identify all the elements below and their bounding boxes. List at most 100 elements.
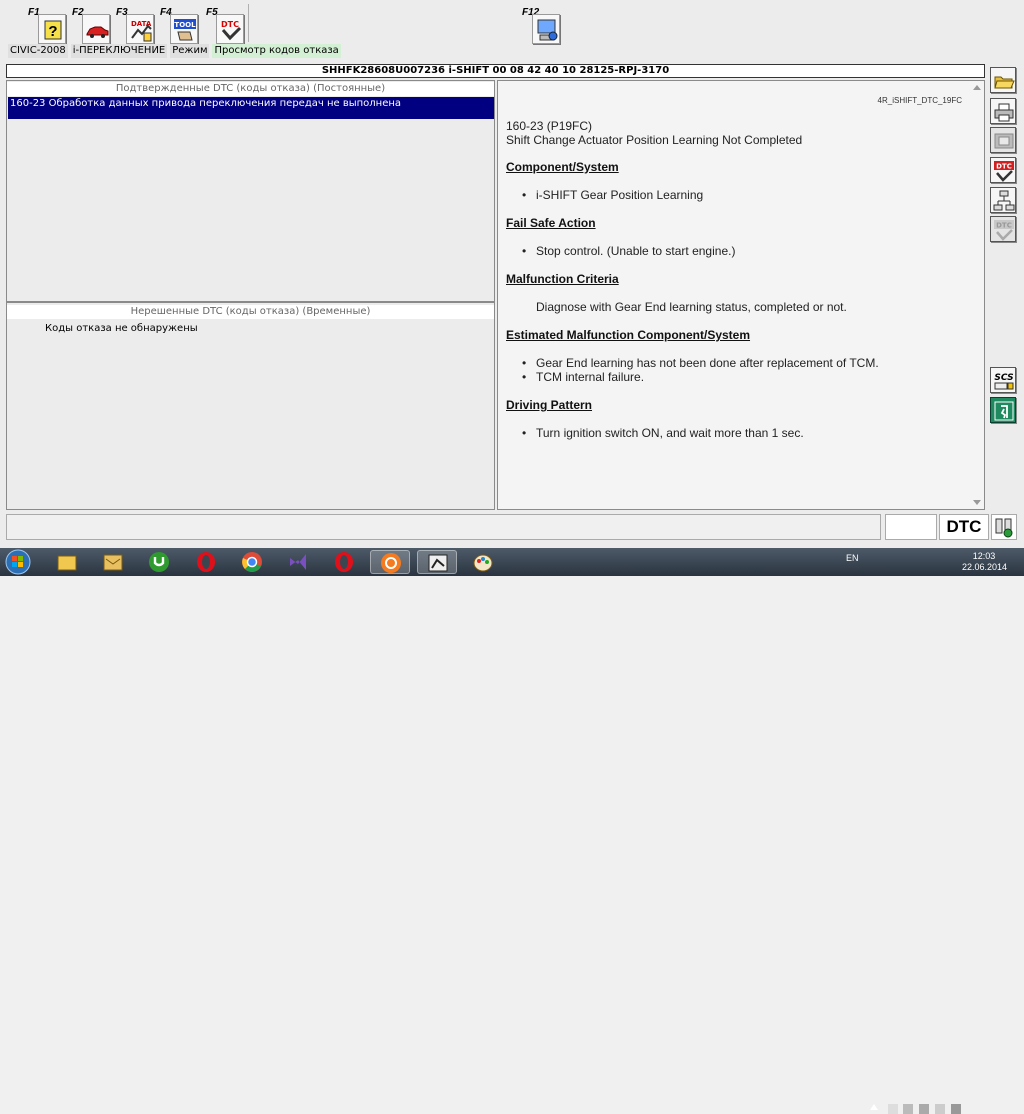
- tray-expand-icon[interactable]: [870, 1104, 878, 1110]
- scs-icon: SCS: [994, 373, 1014, 390]
- screen-capture-icon: [537, 19, 558, 41]
- connector-icon: [995, 518, 1013, 538]
- start-button[interactable]: [4, 549, 34, 575]
- dtc-icon: DTC: [221, 20, 242, 41]
- mail-icon: [103, 554, 123, 571]
- paint-icon: [473, 554, 493, 572]
- opera-icon: [197, 552, 215, 572]
- dtc-clear-button[interactable]: DTC: [990, 157, 1016, 183]
- f12-capture-button[interactable]: F12: [522, 6, 562, 44]
- svg-text:SCS: SCS: [994, 373, 1013, 383]
- exit-icon: [994, 401, 1014, 421]
- driving-item: Turn ignition switch ON, and wait more t…: [522, 426, 804, 440]
- network-icon[interactable]: [919, 1104, 929, 1114]
- component-heading: Component/System: [506, 160, 619, 174]
- driving-heading: Driving Pattern: [506, 398, 593, 412]
- taskbar-mail[interactable]: [93, 550, 133, 574]
- print-icon: [994, 103, 1014, 122]
- status-message-area: [6, 514, 881, 540]
- failsafe-item: Stop control. (Unable to start engine.): [522, 244, 735, 258]
- scs-button[interactable]: SCS: [990, 367, 1016, 393]
- utorrent-icon: [149, 552, 169, 572]
- component-item: i-SHIFT Gear Position Learning: [522, 188, 703, 202]
- volume-icon[interactable]: [935, 1104, 945, 1114]
- estimated-item: TCM internal failure.: [522, 370, 644, 384]
- print-button[interactable]: [990, 98, 1016, 124]
- no-codes-message: Коды отказа не обнаружены: [45, 323, 198, 334]
- taskbar-visual-studio[interactable]: [278, 550, 318, 574]
- breadcrumb-mode: Режим: [170, 44, 210, 58]
- estimated-item: Gear End learning has not been done afte…: [522, 356, 879, 370]
- breadcrumb: CIVIC-2008 i-ПЕРЕКЛЮЧЕНИЕ Режим Просмотр…: [8, 44, 341, 58]
- tree-icon: [993, 190, 1015, 211]
- system-clock[interactable]: 12:03 22.06.2014: [962, 551, 1008, 573]
- dtc-code: 160-23 (P19FC): [506, 119, 593, 133]
- chrome-icon: [242, 552, 262, 572]
- scroll-up-arrow[interactable]: [973, 85, 981, 90]
- taskbar-avast[interactable]: [370, 550, 410, 574]
- svg-text:DTC: DTC: [221, 20, 239, 29]
- svg-text:?: ?: [48, 23, 57, 40]
- windows-taskbar: [0, 548, 1024, 1114]
- tray-app-icon[interactable]: [951, 1104, 961, 1114]
- mode-indicator: DTC: [939, 514, 989, 540]
- clock-time: 12:03: [972, 551, 996, 561]
- battery-icon[interactable]: [903, 1104, 913, 1114]
- vehicle-info-header: SHHFK28608U007236 i-SHIFT 00 08 42 40 10…: [6, 64, 985, 78]
- hds-application: F1 ? F2 F3 DATA F4 TOOL F5 DTC F12 CIVIC…: [0, 0, 1024, 548]
- svg-text:DTC: DTC: [996, 163, 1012, 171]
- confirmed-dtc-panel: Подтвержденные DTC (коды отказа) (Постоя…: [6, 80, 495, 302]
- breadcrumb-system: i-ПЕРЕКЛЮЧЕНИЕ: [70, 44, 168, 58]
- f4-tool-button[interactable]: F4 TOOL: [160, 6, 200, 44]
- toolbar-separator: [248, 4, 249, 42]
- svg-text:TOOL: TOOL: [174, 21, 196, 29]
- dtc-detail-pane: 4R_iSHIFT_DTC_19FC 160-23 (P19FC) Shift …: [497, 80, 985, 510]
- criteria-heading: Malfunction Criteria: [506, 272, 619, 286]
- car-icon: [86, 26, 109, 38]
- pending-dtc-title: Нерешенные DTC (коды отказа) (Временные): [7, 305, 494, 319]
- taskbar-utorrent[interactable]: [139, 550, 179, 574]
- f2-vehicle-button[interactable]: F2: [72, 6, 112, 44]
- taskbar-opera-2[interactable]: [324, 550, 364, 574]
- data-icon: DATA: [131, 20, 152, 42]
- system-tree-button[interactable]: [990, 187, 1016, 213]
- dtc-disabled-button[interactable]: DTC: [990, 216, 1016, 242]
- explorer-icon: [57, 555, 77, 571]
- clock-date: 22.06.2014: [962, 562, 1008, 572]
- document-id: 4R_iSHIFT_DTC_19FC: [877, 96, 962, 105]
- taskbar-opera[interactable]: [186, 550, 226, 574]
- taskbar-paint[interactable]: [463, 550, 503, 574]
- f3-data-button[interactable]: F3 DATA: [116, 6, 156, 44]
- dtc-clear-icon: DTC: [994, 161, 1014, 182]
- f5-dtc-button[interactable]: F5 DTC: [206, 6, 246, 44]
- estimated-heading: Estimated Malfunction Component/System: [506, 328, 751, 342]
- pending-dtc-panel: Нерешенные DTC (коды отказа) (Временные)…: [6, 302, 495, 510]
- flag-icon[interactable]: [888, 1104, 898, 1114]
- tool-icon: TOOL: [174, 19, 196, 41]
- connection-status: [991, 514, 1017, 540]
- visual-studio-icon: [290, 554, 306, 570]
- exit-button[interactable]: [990, 397, 1016, 423]
- taskbar-chrome[interactable]: [232, 550, 272, 574]
- dtc-list-item[interactable]: 160-23 Обработка данных привода переключ…: [8, 97, 494, 119]
- scroll-down-arrow[interactable]: [973, 500, 981, 505]
- confirmed-dtc-title: Подтвержденные DTC (коды отказа) (Постоя…: [7, 82, 494, 96]
- avast-icon: [381, 553, 401, 573]
- dtc-disabled-icon: DTC: [994, 220, 1014, 241]
- f1-help-button[interactable]: F1 ?: [28, 6, 68, 44]
- breadcrumb-model: CIVIC-2008: [8, 44, 68, 58]
- detail-scrollbar[interactable]: [970, 81, 984, 509]
- taskbar-hds[interactable]: [417, 550, 457, 574]
- failsafe-heading: Fail Safe Action: [506, 216, 596, 230]
- taskbar-explorer[interactable]: [47, 550, 87, 574]
- dtc-title: Shift Change Actuator Position Learning …: [506, 133, 803, 147]
- snapshot-button[interactable]: [990, 127, 1016, 153]
- open-folder-icon: [994, 76, 1015, 89]
- open-button[interactable]: [990, 67, 1016, 93]
- opera-icon: [335, 552, 353, 572]
- status-field: [885, 514, 937, 540]
- help-icon: ?: [44, 20, 62, 40]
- hds-icon: [428, 554, 448, 572]
- criteria-text: Diagnose with Gear End learning status, …: [536, 300, 847, 314]
- language-indicator[interactable]: EN: [846, 553, 859, 563]
